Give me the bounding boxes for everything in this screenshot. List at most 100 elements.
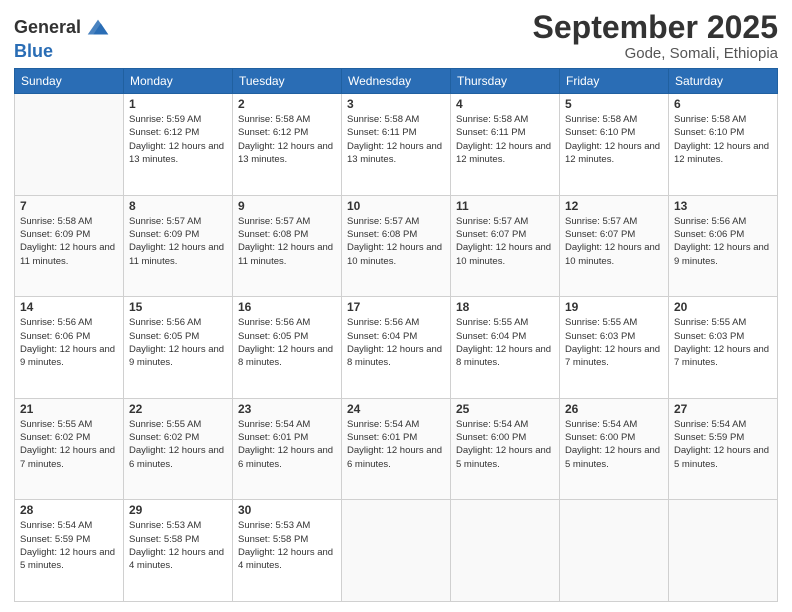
- day-info: Sunrise: 5:58 AM Sunset: 6:11 PM Dayligh…: [456, 113, 554, 166]
- day-info: Sunrise: 5:57 AM Sunset: 6:09 PM Dayligh…: [129, 215, 227, 268]
- day-info: Sunrise: 5:55 AM Sunset: 6:04 PM Dayligh…: [456, 316, 554, 369]
- day-info: Sunrise: 5:58 AM Sunset: 6:10 PM Dayligh…: [674, 113, 772, 166]
- day-number: 23: [238, 402, 336, 416]
- day-cell: 11Sunrise: 5:57 AM Sunset: 6:07 PM Dayli…: [451, 195, 560, 297]
- day-number: 12: [565, 199, 663, 213]
- day-number: 17: [347, 300, 445, 314]
- day-cell: 8 Sunrise: 5:57 AM Sunset: 6:09 PM Daylig…: [124, 195, 233, 297]
- col-thursday: Thursday: [451, 69, 560, 94]
- logo-icon: [84, 14, 112, 42]
- col-wednesday: Wednesday: [342, 69, 451, 94]
- day-info: Sunrise: 5:56 AM Sunset: 6:05 PM Dayligh…: [129, 316, 227, 369]
- day-info: Sunrise: 5:55 AM Sunset: 6:03 PM Dayligh…: [565, 316, 663, 369]
- day-number: 27: [674, 402, 772, 416]
- day-number: 6: [674, 97, 772, 111]
- day-number: 8: [129, 199, 227, 213]
- day-info: Sunrise: 5:54 AM Sunset: 6:00 PM Dayligh…: [456, 418, 554, 471]
- logo-blue-text: Blue: [14, 41, 53, 61]
- day-cell: [451, 500, 560, 602]
- day-number: 2: [238, 97, 336, 111]
- day-number: 5: [565, 97, 663, 111]
- col-saturday: Saturday: [669, 69, 778, 94]
- day-cell: 30 Sunrise: 5:53 AM Sunset: 5:58 PM Dayli…: [233, 500, 342, 602]
- day-cell: 4 Sunrise: 5:58 AM Sunset: 6:11 PM Daylig…: [451, 94, 560, 196]
- day-number: 13: [674, 199, 772, 213]
- calendar-table: Sunday Monday Tuesday Wednesday Thursday…: [14, 68, 778, 602]
- day-cell: 18 Sunrise: 5:55 AM Sunset: 6:04 PM Dayli…: [451, 297, 560, 399]
- day-info: Sunrise: 5:58 AM Sunset: 6:11 PM Dayligh…: [347, 113, 445, 166]
- day-cell: 26 Sunrise: 5:54 AM Sunset: 6:00 PM Dayli…: [560, 398, 669, 500]
- day-number: 10: [347, 199, 445, 213]
- day-cell: 3 Sunrise: 5:58 AM Sunset: 6:11 PM Daylig…: [342, 94, 451, 196]
- header: General Blue September 2025 Gode, Somali…: [14, 10, 778, 62]
- day-info: Sunrise: 5:56 AM Sunset: 6:04 PM Dayligh…: [347, 316, 445, 369]
- day-cell: 25 Sunrise: 5:54 AM Sunset: 6:00 PM Dayli…: [451, 398, 560, 500]
- day-cell: 19 Sunrise: 5:55 AM Sunset: 6:03 PM Dayli…: [560, 297, 669, 399]
- location: Gode, Somali, Ethiopia: [533, 45, 778, 62]
- day-info: Sunrise: 5:56 AM Sunset: 6:05 PM Dayligh…: [238, 316, 336, 369]
- day-cell: [342, 500, 451, 602]
- day-number: 16: [238, 300, 336, 314]
- day-info: Sunrise: 5:54 AM Sunset: 5:59 PM Dayligh…: [20, 519, 118, 572]
- day-number: 22: [129, 402, 227, 416]
- week-row-2: 7Sunrise: 5:58 AM Sunset: 6:09 PM Daylig…: [15, 195, 778, 297]
- day-info: Sunrise: 5:54 AM Sunset: 6:01 PM Dayligh…: [238, 418, 336, 471]
- day-cell: 13 Sunrise: 5:56 AM Sunset: 6:06 PM Dayli…: [669, 195, 778, 297]
- day-number: 7: [20, 199, 118, 213]
- day-cell: [15, 94, 124, 196]
- day-number: 9: [238, 199, 336, 213]
- day-number: 14: [20, 300, 118, 314]
- day-info: Sunrise: 5:54 AM Sunset: 5:59 PM Dayligh…: [674, 418, 772, 471]
- day-info: Sunrise: 5:58 AM Sunset: 6:12 PM Dayligh…: [238, 113, 336, 166]
- day-number: 4: [456, 97, 554, 111]
- day-cell: 24 Sunrise: 5:54 AM Sunset: 6:01 PM Dayli…: [342, 398, 451, 500]
- day-cell: 27 Sunrise: 5:54 AM Sunset: 5:59 PM Dayli…: [669, 398, 778, 500]
- day-cell: 6 Sunrise: 5:58 AM Sunset: 6:10 PM Daylig…: [669, 94, 778, 196]
- day-cell: 29Sunrise: 5:53 AM Sunset: 5:58 PM Dayli…: [124, 500, 233, 602]
- day-info: Sunrise: 5:57 AM Sunset: 6:07 PM Dayligh…: [565, 215, 663, 268]
- day-info: Sunrise: 5:53 AM Sunset: 5:58 PM Dayligh…: [129, 519, 227, 572]
- col-sunday: Sunday: [15, 69, 124, 94]
- calendar-header-row: Sunday Monday Tuesday Wednesday Thursday…: [15, 69, 778, 94]
- day-cell: 22 Sunrise: 5:55 AM Sunset: 6:02 PM Dayli…: [124, 398, 233, 500]
- day-number: 21: [20, 402, 118, 416]
- day-cell: 15Sunrise: 5:56 AM Sunset: 6:05 PM Dayli…: [124, 297, 233, 399]
- day-info: Sunrise: 5:54 AM Sunset: 6:01 PM Dayligh…: [347, 418, 445, 471]
- week-row-1: 1Sunrise: 5:59 AM Sunset: 6:12 PM Daylig…: [15, 94, 778, 196]
- day-cell: 9 Sunrise: 5:57 AM Sunset: 6:08 PM Daylig…: [233, 195, 342, 297]
- day-cell: 7Sunrise: 5:58 AM Sunset: 6:09 PM Daylig…: [15, 195, 124, 297]
- day-number: 26: [565, 402, 663, 416]
- day-number: 20: [674, 300, 772, 314]
- day-number: 11: [456, 199, 554, 213]
- day-number: 25: [456, 402, 554, 416]
- day-cell: 10 Sunrise: 5:57 AM Sunset: 6:08 PM Dayli…: [342, 195, 451, 297]
- day-info: Sunrise: 5:57 AM Sunset: 6:08 PM Dayligh…: [238, 215, 336, 268]
- day-info: Sunrise: 5:56 AM Sunset: 6:06 PM Dayligh…: [674, 215, 772, 268]
- day-info: Sunrise: 5:56 AM Sunset: 6:06 PM Dayligh…: [20, 316, 118, 369]
- day-cell: 1Sunrise: 5:59 AM Sunset: 6:12 PM Daylig…: [124, 94, 233, 196]
- day-cell: 5 Sunrise: 5:58 AM Sunset: 6:10 PM Daylig…: [560, 94, 669, 196]
- day-number: 3: [347, 97, 445, 111]
- day-cell: 2 Sunrise: 5:58 AM Sunset: 6:12 PM Daylig…: [233, 94, 342, 196]
- logo: General Blue: [14, 14, 112, 62]
- day-number: 28: [20, 503, 118, 517]
- day-number: 19: [565, 300, 663, 314]
- day-number: 1: [129, 97, 227, 111]
- day-cell: 17 Sunrise: 5:56 AM Sunset: 6:04 PM Dayli…: [342, 297, 451, 399]
- day-cell: 12 Sunrise: 5:57 AM Sunset: 6:07 PM Dayli…: [560, 195, 669, 297]
- day-info: Sunrise: 5:54 AM Sunset: 6:00 PM Dayligh…: [565, 418, 663, 471]
- day-info: Sunrise: 5:58 AM Sunset: 6:10 PM Dayligh…: [565, 113, 663, 166]
- day-info: Sunrise: 5:57 AM Sunset: 6:08 PM Dayligh…: [347, 215, 445, 268]
- day-info: Sunrise: 5:53 AM Sunset: 5:58 PM Dayligh…: [238, 519, 336, 572]
- week-row-4: 21 Sunrise: 5:55 AM Sunset: 6:02 PM Dayli…: [15, 398, 778, 500]
- day-cell: 23 Sunrise: 5:54 AM Sunset: 6:01 PM Dayli…: [233, 398, 342, 500]
- day-cell: [560, 500, 669, 602]
- week-row-3: 14 Sunrise: 5:56 AM Sunset: 6:06 PM Dayli…: [15, 297, 778, 399]
- day-info: Sunrise: 5:55 AM Sunset: 6:02 PM Dayligh…: [129, 418, 227, 471]
- page: General Blue September 2025 Gode, Somali…: [0, 0, 792, 612]
- day-number: 18: [456, 300, 554, 314]
- day-number: 24: [347, 402, 445, 416]
- day-cell: 21Sunrise: 5:55 AM Sunset: 6:02 PM Dayli…: [15, 398, 124, 500]
- day-number: 30: [238, 503, 336, 517]
- day-cell: 20Sunrise: 5:55 AM Sunset: 6:03 PM Dayli…: [669, 297, 778, 399]
